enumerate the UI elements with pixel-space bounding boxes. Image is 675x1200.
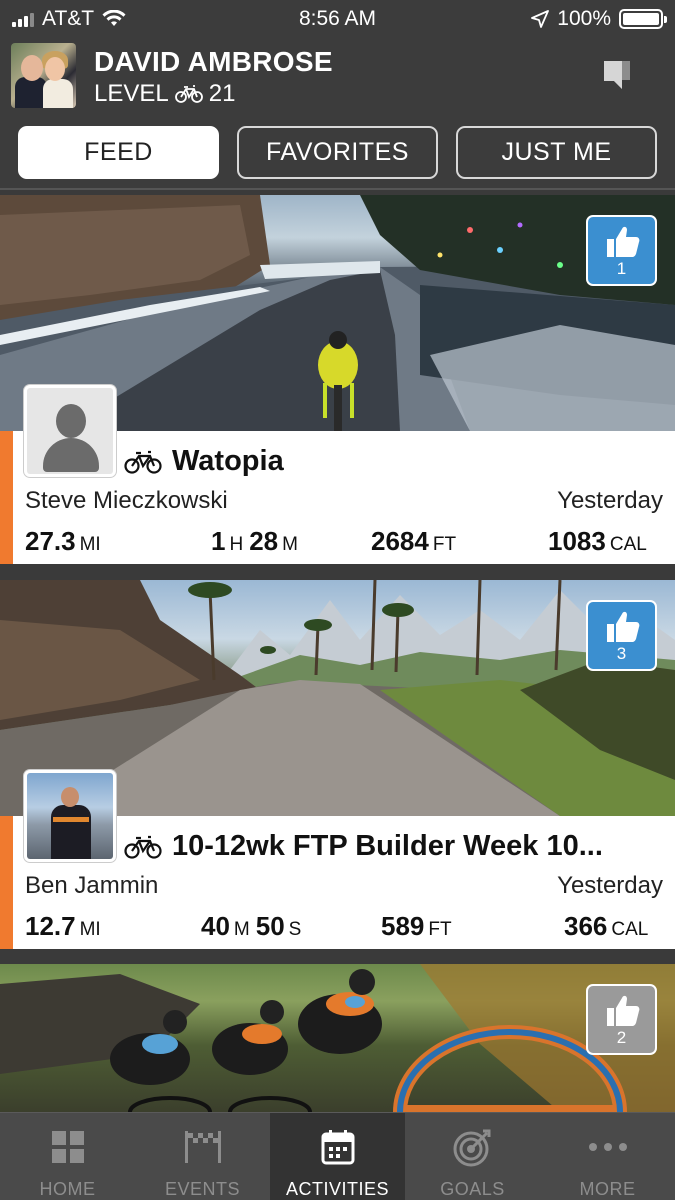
calendar-icon [318, 1127, 358, 1167]
rider-avatar[interactable] [24, 770, 116, 862]
nav-label: ACTIVITIES [285, 1179, 389, 1199]
nav-label: HOME [39, 1179, 96, 1199]
bike-icon [124, 835, 162, 859]
stat-calories: 366 CAL [564, 911, 649, 941]
tab-favorites[interactable]: FAVORITES [237, 126, 438, 179]
battery-icon [619, 9, 667, 29]
like-button[interactable]: 2 [586, 984, 657, 1055]
rider-photo [27, 773, 113, 859]
ride-title[interactable]: 10-12wk FTP Builder Week 10... [172, 830, 603, 863]
thumbs-up-icon [606, 995, 639, 1026]
ride-stats: 12.7 MI 40 M 50 S 589 FT 366 CAL [25, 911, 665, 943]
bike-icon [124, 450, 162, 474]
nav-home[interactable]: HOME [0, 1113, 135, 1200]
stat-distance: 12.7 MI [25, 911, 101, 941]
activity-accent-bar [0, 816, 13, 949]
target-icon [453, 1127, 493, 1167]
ride-date: Yesterday [557, 872, 663, 899]
bike-icon [174, 85, 203, 103]
like-button[interactable]: 1 [586, 215, 657, 286]
bottom-nav: HOME EVENTS ACTIVITIES GOALS MORE [0, 1112, 675, 1200]
nav-label: GOALS [440, 1179, 505, 1199]
stat-calories: 1083 CAL [548, 526, 647, 556]
thumbs-up-icon [606, 226, 639, 257]
nav-goals[interactable]: GOALS [405, 1113, 540, 1200]
level-value: 21 [208, 80, 236, 107]
location-arrow-icon [531, 10, 550, 28]
battery-percent: 100% [557, 7, 611, 30]
avatar[interactable] [11, 43, 76, 108]
rider-avatar[interactable] [24, 385, 116, 477]
stat-distance: 27.3 MI [25, 526, 101, 556]
stat-duration: 40 M 50 S [201, 911, 302, 941]
ride-stats: 27.3 MI 1 H 28 M 2684 FT 1083 CAL [25, 526, 665, 558]
user-level: LEVEL 21 [94, 80, 235, 108]
status-bar: AT&T 8:56 AM 100% [0, 0, 675, 38]
stat-duration: 1 H 28 M [211, 526, 298, 556]
rider-name: Steve Mieczkowski [25, 487, 228, 514]
tab-feed[interactable]: FEED [18, 126, 219, 179]
activity-accent-bar [0, 431, 13, 564]
like-button[interactable]: 3 [586, 600, 657, 671]
more-dots-icon [588, 1127, 628, 1167]
nav-label: MORE [579, 1179, 636, 1199]
flag-icon[interactable] [600, 58, 636, 92]
stat-elevation: 2684 FT [371, 526, 457, 556]
grid-icon [48, 1127, 88, 1167]
default-person-icon [27, 388, 113, 474]
ride-title[interactable]: Watopia [172, 445, 284, 478]
nav-activities[interactable]: ACTIVITIES [270, 1113, 405, 1200]
level-label: LEVEL [94, 80, 169, 107]
nav-events[interactable]: EVENTS [135, 1113, 270, 1200]
user-name: DAVID AMBROSE [94, 46, 333, 77]
ride-screenshot: 2 [0, 964, 675, 1112]
profile-header: DAVID AMBROSE LEVEL 21 [0, 38, 675, 114]
like-count: 2 [616, 1028, 627, 1047]
thumbs-up-icon [606, 611, 639, 642]
feed-filter-tabs: FEED FAVORITES JUST ME [0, 114, 675, 190]
stat-elevation: 589 FT [381, 911, 452, 941]
rider-name: Ben Jammin [25, 872, 159, 899]
like-count: 3 [616, 644, 627, 663]
like-count: 1 [616, 259, 627, 278]
nav-more[interactable]: MORE [540, 1113, 675, 1200]
nav-label: EVENTS [164, 1179, 241, 1199]
ride-date: Yesterday [557, 487, 663, 514]
tab-just-me[interactable]: JUST ME [456, 126, 657, 179]
checkered-flag-icon [183, 1127, 223, 1167]
